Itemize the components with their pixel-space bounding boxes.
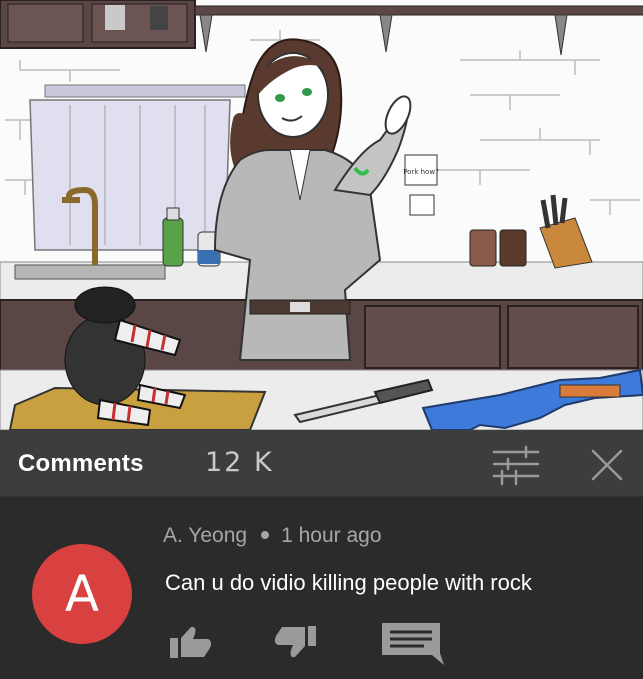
video-illustration: Pork how?: [0, 0, 643, 430]
reply-comment-icon[interactable]: [378, 619, 446, 672]
scene-note-text: Pork how?: [403, 168, 439, 176]
comments-title: Comments: [18, 450, 144, 477]
comments-count: 12 K: [205, 447, 274, 478]
comment-meta: A. Yeong 1 hour ago: [163, 524, 382, 548]
thumbs-up-icon[interactable]: [166, 624, 214, 665]
comment-item: A A. Yeong 1 hour ago Can u do vidio kill…: [0, 497, 643, 679]
filter-sliders-icon[interactable]: [490, 444, 542, 488]
comments-header: Comments 12 K: [0, 430, 643, 497]
thumbs-down-icon[interactable]: [272, 624, 320, 665]
close-icon[interactable]: [588, 446, 626, 484]
separator-dot-icon: [261, 530, 270, 539]
comment-author[interactable]: A. Yeong: [163, 524, 247, 547]
comment-text: Can u do vidio killing people with rock: [165, 570, 532, 595]
avatar[interactable]: A: [32, 544, 132, 644]
comment-time: 1 hour ago: [281, 524, 382, 547]
